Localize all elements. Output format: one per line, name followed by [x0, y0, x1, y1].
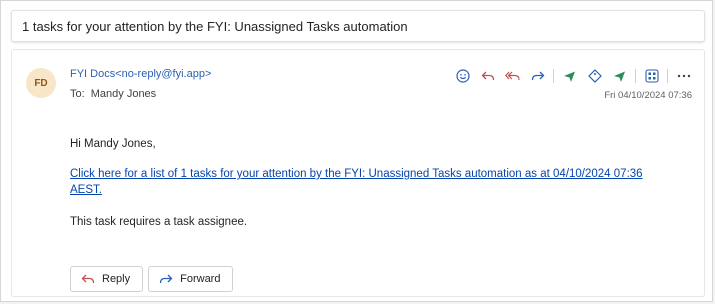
toolbar-divider — [667, 69, 668, 83]
forward-icon — [159, 274, 173, 284]
reply-all-icon[interactable] — [503, 67, 523, 85]
message-card: FD FYI Docs<no-reply@fyi.app> To: Mandy … — [11, 49, 705, 297]
email-reading-pane: 1 tasks for your attention by the FYI: U… — [0, 0, 713, 302]
recipient-name[interactable]: Mandy Jones — [91, 88, 156, 100]
message-toolbar — [450, 66, 696, 86]
forward-button[interactable]: Forward — [148, 266, 234, 292]
subject-header: 1 tasks for your attention by the FYI: U… — [11, 10, 705, 42]
more-icon[interactable] — [674, 67, 694, 85]
quick-actions: Reply Forward — [70, 266, 238, 292]
greeting-text: Hi Mandy Jones, — [70, 138, 156, 150]
forward-label: Forward — [180, 273, 221, 285]
email-subject: 1 tasks for your attention by the FYI: U… — [22, 19, 408, 34]
apps-icon[interactable] — [642, 67, 662, 85]
to-label: To: — [70, 88, 85, 100]
emoji-icon[interactable] — [453, 67, 473, 85]
forward-icon[interactable] — [528, 67, 548, 85]
tag-icon[interactable] — [585, 67, 605, 85]
sender-avatar[interactable]: FD — [26, 68, 56, 98]
reply-button[interactable]: Reply — [70, 266, 144, 292]
toolbar-divider — [553, 69, 554, 83]
send-icon[interactable] — [610, 67, 630, 85]
assignee-note: This task requires a task assignee. — [70, 216, 248, 228]
message-date: Fri 04/10/2024 07:36 — [604, 90, 692, 101]
reply-icon[interactable] — [478, 67, 498, 85]
task-list-link[interactable]: Click here for a list of 1 tasks for you… — [70, 166, 670, 198]
reply-label: Reply — [102, 273, 131, 285]
toolbar-divider — [635, 69, 636, 83]
send-icon[interactable] — [560, 67, 580, 85]
reply-icon — [81, 274, 95, 284]
recipient-line: To: Mandy Jones — [70, 88, 159, 100]
sender-name[interactable]: FYI Docs<no-reply@fyi.app> — [70, 68, 211, 80]
